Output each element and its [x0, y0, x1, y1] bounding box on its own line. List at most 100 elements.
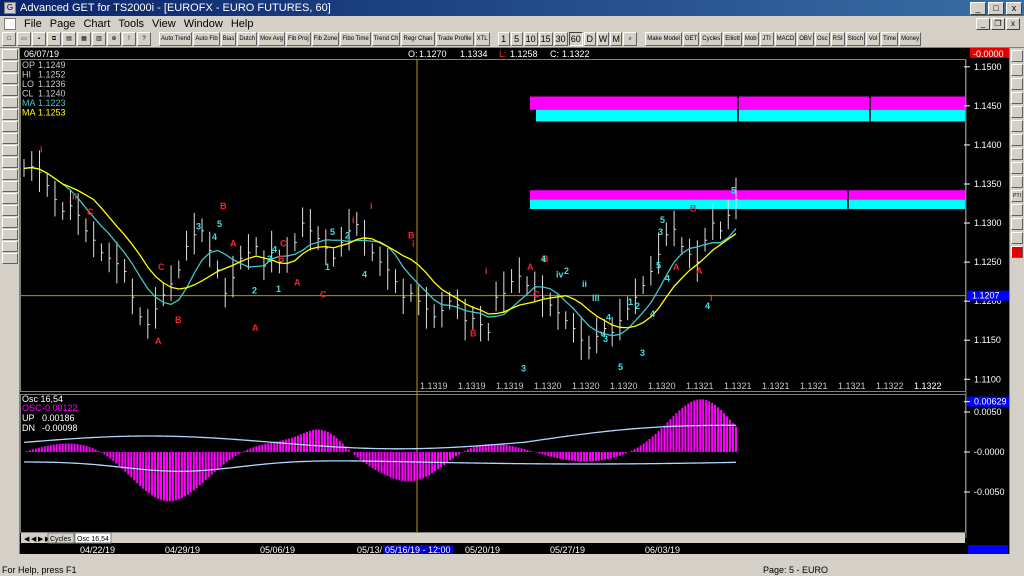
study-get[interactable]: GET — [682, 32, 700, 46]
menu-view[interactable]: View — [148, 18, 180, 30]
interval-1[interactable]: 1 — [497, 32, 510, 46]
document-icon[interactable] — [4, 17, 16, 30]
tool-trade-profile[interactable]: Trade Profile — [435, 32, 474, 46]
study-obv[interactable]: OBV — [797, 32, 814, 46]
menu-page[interactable]: Page — [46, 18, 80, 30]
interval-w[interactable]: W — [596, 32, 610, 46]
interval-15[interactable]: 15 — [538, 32, 553, 46]
menu-tools[interactable]: Tools — [114, 18, 148, 30]
tool-auto-trend[interactable]: Auto Trend — [159, 32, 193, 46]
study-cycles[interactable]: Cycles — [700, 32, 723, 46]
tool-regr-chan[interactable]: Regr Chan — [401, 32, 435, 46]
interval-30[interactable]: 30 — [553, 32, 568, 46]
menu-help[interactable]: Help — [227, 18, 258, 30]
draw-tool-fib-icon[interactable] — [2, 109, 18, 120]
side-pct-icon[interactable] — [1011, 232, 1023, 244]
menu-window[interactable]: Window — [180, 18, 227, 30]
study-rsi[interactable]: RSI — [830, 32, 845, 46]
side-right-icon[interactable] — [1011, 120, 1023, 132]
zoom-icon[interactable]: ⊕ — [107, 32, 121, 46]
study-osc[interactable]: Osc — [814, 32, 830, 46]
layout-icon[interactable]: ▥ — [92, 32, 106, 46]
tool-fib-proj[interactable]: Fib Proj — [285, 32, 311, 46]
side-end-icon[interactable] — [1011, 176, 1023, 188]
side-arrow-icon[interactable] — [1011, 92, 1023, 104]
interval-10[interactable]: 10 — [523, 32, 538, 46]
draw-tool-tri-icon[interactable] — [2, 157, 18, 168]
close-button[interactable]: x — [1006, 1, 1022, 15]
tool-auto-fib[interactable]: Auto Fib — [193, 32, 220, 46]
side-red-flag-icon[interactable] — [1011, 246, 1023, 258]
price-chart[interactable]: 06/07/19 O: 1.1270 1.1334 L: 1.1258 C: 1… — [20, 48, 1009, 554]
draw-tool-line-icon[interactable] — [2, 61, 18, 72]
interval-60[interactable]: 60 — [568, 32, 583, 46]
maximize-button[interactable]: □ — [988, 1, 1004, 15]
magnify-icon[interactable]: ⌕ — [623, 32, 638, 46]
interval-m[interactable]: M — [610, 32, 623, 46]
study-vol[interactable]: Vol — [865, 32, 880, 46]
tab-scroll-icon[interactable]: ◀ — [31, 536, 37, 543]
study-money[interactable]: Money — [899, 32, 922, 46]
side-zoom-icon[interactable] — [1011, 64, 1023, 76]
interval-5[interactable]: 5 — [510, 32, 523, 46]
side-expand-icon[interactable] — [1011, 148, 1023, 160]
menu-file[interactable]: File — [20, 18, 46, 30]
draw-tool-vline-icon[interactable] — [2, 85, 18, 96]
draw-tool-speed-icon[interactable] — [2, 193, 18, 204]
tool-xtl[interactable]: XTL — [474, 32, 490, 46]
side-compress-icon[interactable] — [1011, 134, 1023, 146]
draw-tool-hline-icon[interactable] — [2, 73, 18, 84]
save-icon[interactable]: ▪ — [32, 32, 46, 46]
draw-tool-text-icon[interactable] — [2, 97, 18, 108]
draw-tool-circle-icon[interactable] — [2, 133, 18, 144]
tool-mov-avg[interactable]: Mov Avg — [258, 32, 285, 46]
study-elliott[interactable]: Elliott — [723, 32, 742, 46]
study-time[interactable]: Time — [880, 32, 899, 46]
study-mob[interactable]: Mob — [742, 32, 759, 46]
side-home-icon[interactable] — [1011, 162, 1023, 174]
menu-chart[interactable]: Chart — [79, 18, 114, 30]
study-macd[interactable]: MACD — [774, 32, 797, 46]
price-tick-label: 1.1400 — [974, 140, 1002, 150]
grid-icon[interactable]: ▦ — [77, 32, 91, 46]
tool-fib-zone[interactable]: Fib Zone — [311, 32, 340, 46]
print-icon[interactable]: ▤ — [62, 32, 76, 46]
draw-tool-erase-icon[interactable] — [2, 229, 18, 240]
side-left-icon[interactable] — [1011, 106, 1023, 118]
side-wave-icon[interactable] — [1011, 218, 1023, 230]
child-restore-button[interactable]: ❐ — [991, 17, 1005, 30]
child-close-button[interactable]: x — [1006, 17, 1020, 30]
pin-icon[interactable]: ! — [122, 32, 136, 46]
draw-tool-cursor-icon[interactable] — [2, 49, 18, 60]
draw-tool-zoom-out-icon[interactable] — [2, 217, 18, 228]
study-jti[interactable]: JTI — [759, 32, 774, 46]
draw-tool-arc-icon[interactable] — [2, 121, 18, 132]
side-cross-icon[interactable] — [1011, 78, 1023, 90]
tab-scroll-icon[interactable]: ◀ — [24, 536, 30, 543]
open-icon[interactable]: ▭ — [17, 32, 31, 46]
chart-window[interactable]: 06/07/19 O: 1.1270 1.1334 L: 1.1258 C: 1… — [20, 48, 1009, 554]
copy-icon[interactable]: ⧉ — [47, 32, 61, 46]
study-make-model[interactable]: Make Model — [645, 32, 682, 46]
tab-scroll-icon[interactable]: ▶ — [38, 536, 44, 543]
minimize-button[interactable]: _ — [970, 1, 986, 15]
tool-bias[interactable]: Bias — [220, 32, 237, 46]
draw-tool-pitch-icon[interactable] — [2, 181, 18, 192]
side-ellipse-icon[interactable] — [1011, 204, 1023, 216]
tool-fibo-time[interactable]: Fibo Time — [340, 32, 371, 46]
help-icon[interactable]: ? — [137, 32, 151, 46]
draw-tool-gann-icon[interactable] — [2, 169, 18, 180]
draw-tool-undo-icon[interactable] — [2, 253, 18, 264]
draw-tool-box-icon[interactable] — [2, 145, 18, 156]
interval-d[interactable]: D — [583, 32, 596, 46]
side-scroll-up-icon[interactable] — [1011, 50, 1023, 62]
draw-tool-zoom-in-icon[interactable] — [2, 205, 18, 216]
tool-trend-ch[interactable]: Trend Ch — [371, 32, 401, 46]
tool-dutch[interactable]: Dutch — [237, 32, 258, 46]
side-pti-icon[interactable]: PTI — [1011, 190, 1023, 202]
toolbar: □ ▭ ▪ ⧉ ▤ ▦ ▥ ⊕ ! ? Auto Trend Auto Fib … — [0, 31, 1024, 48]
draw-tool-delete-icon[interactable] — [2, 241, 18, 252]
new-icon[interactable]: □ — [2, 32, 16, 46]
study-stoch[interactable]: Stoch — [845, 32, 865, 46]
child-minimize-button[interactable]: _ — [976, 17, 990, 30]
